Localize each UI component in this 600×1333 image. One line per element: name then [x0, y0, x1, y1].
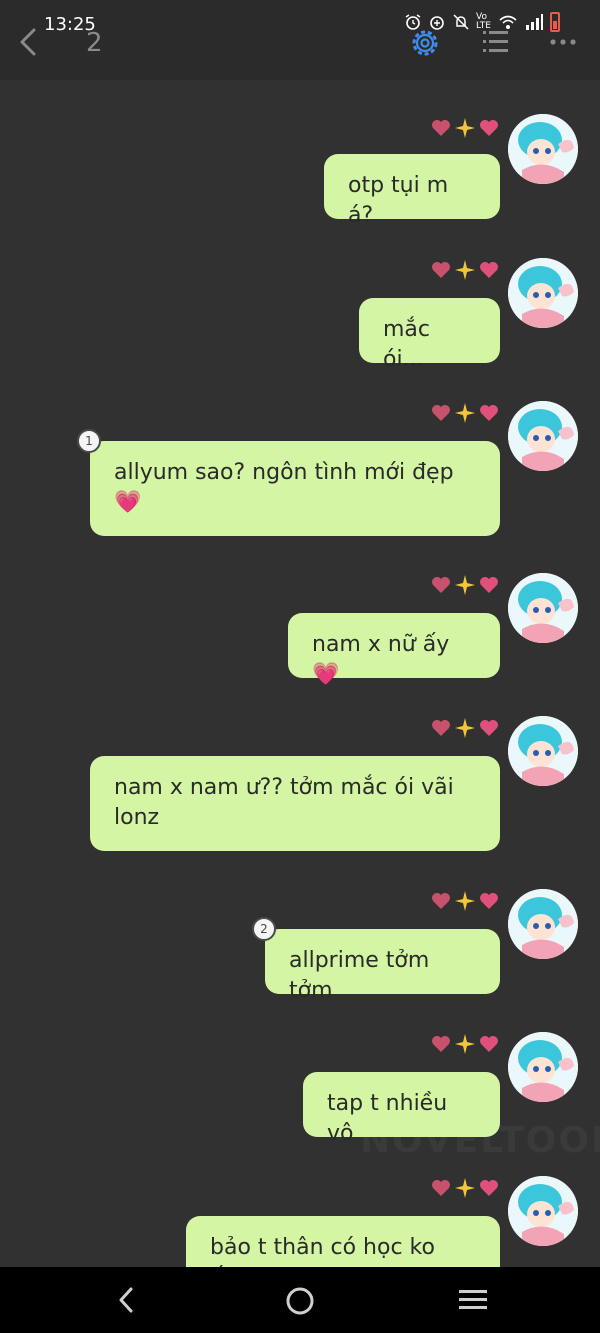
more-options-icon[interactable]: [548, 32, 578, 52]
chat-message: nam x nam ư?? tởm mắc ói vãi lonz: [0, 716, 600, 856]
message-text: nam x nam ư?? tởm mắc ói vãi lonz: [114, 775, 454, 830]
heart-icon: [480, 262, 498, 278]
nav-home-icon[interactable]: [284, 1285, 316, 1317]
emoji-decoration: [430, 258, 500, 282]
message-bubble: nam x nữ ấy💗: [288, 613, 500, 687]
avatar[interactable]: [508, 573, 578, 643]
top-bar: 13:25 Vo LTE 2: [0, 0, 600, 80]
message-text: allyum sao? ngôn tình mới đẹp 💗: [114, 460, 454, 515]
message-bubble: otp tụi m á?: [324, 154, 500, 228]
message-bubble: tap t nhiều vô: [303, 1072, 500, 1146]
heart-icon: [480, 893, 498, 909]
heart-icon: [432, 405, 450, 421]
message-text: mắc ói...: [383, 317, 431, 372]
heart-icon: [432, 720, 450, 736]
system-nav-bar: [0, 1267, 600, 1333]
chapter-list-icon[interactable]: [480, 28, 510, 56]
heart-icon: [480, 1180, 498, 1196]
sparkle-icon: [455, 118, 475, 138]
chat-message: allyum sao? ngôn tình mới đẹp 💗 1: [0, 401, 600, 541]
chat-screen: 13:25 Vo LTE 2 NOVELTOON otp tụi m á? mắ…: [0, 0, 600, 1333]
nav-back-icon[interactable]: [112, 1285, 142, 1315]
heart-icon: [432, 1036, 450, 1052]
chat-message: allprime tởm tởm 2: [0, 889, 600, 1003]
sparkle-icon: [455, 575, 475, 595]
message-bubble: allyum sao? ngôn tình mới đẹp 💗: [90, 441, 500, 536]
heart-icon: [432, 1180, 450, 1196]
avatar[interactable]: [508, 1032, 578, 1102]
sparkle-icon: [455, 891, 475, 911]
avatar[interactable]: [508, 889, 578, 959]
mute-icon: [453, 14, 469, 30]
emoji-decoration: [430, 573, 500, 597]
message-bubble: allprime tởm tởm: [265, 929, 500, 1003]
emoji-decoration: [430, 716, 500, 740]
signal-icon: [526, 14, 543, 30]
message-bubble: mắc ói...: [359, 298, 500, 372]
nav-recent-apps-icon[interactable]: [456, 1287, 490, 1313]
heart-icon: [432, 120, 450, 136]
heart-icon: [480, 577, 498, 593]
avatar[interactable]: [508, 401, 578, 471]
heart-icon: [480, 120, 498, 136]
comment-count-badge[interactable]: 2: [252, 917, 276, 941]
battery-icon: [550, 12, 560, 32]
heart-icon: [480, 1036, 498, 1052]
avatar[interactable]: [508, 258, 578, 328]
emoji-decoration: [430, 889, 500, 913]
chat-message: nam x nữ ấy💗: [0, 573, 600, 687]
sparkle-icon: [455, 260, 475, 280]
message-text: nam x nữ ấy💗: [312, 632, 450, 687]
avatar[interactable]: [508, 114, 578, 184]
back-button[interactable]: [14, 24, 44, 60]
heart-icon: [432, 893, 450, 909]
heart-icon: [432, 577, 450, 593]
sparkle-icon: [455, 1034, 475, 1054]
comment-count-badge[interactable]: 1: [77, 429, 101, 453]
sparkle-icon: [455, 1178, 475, 1198]
heart-icon: [480, 720, 498, 736]
message-text: allprime tởm tởm: [289, 948, 430, 1003]
chat-message: otp tụi m á?: [0, 114, 600, 228]
emoji-decoration: [430, 401, 500, 425]
heart-icon: [432, 262, 450, 278]
message-bubble: nam x nam ư?? tởm mắc ói vãi lonz: [90, 756, 500, 851]
avatar[interactable]: [508, 716, 578, 786]
sparkle-icon: [455, 403, 475, 423]
emoji-decoration: [430, 1176, 500, 1200]
chapter-number: 2: [86, 28, 103, 58]
chat-message: tap t nhiều vô: [0, 1032, 600, 1146]
settings-gear-icon[interactable]: [408, 26, 442, 60]
heart-icon: [480, 405, 498, 421]
chat-message: mắc ói...: [0, 258, 600, 372]
avatar[interactable]: [508, 1176, 578, 1246]
message-text: tap t nhiều vô: [327, 1091, 448, 1146]
sparkle-icon: [455, 718, 475, 738]
emoji-decoration: [430, 116, 500, 140]
message-text: otp tụi m á?: [348, 173, 449, 228]
emoji-decoration: [430, 1032, 500, 1056]
